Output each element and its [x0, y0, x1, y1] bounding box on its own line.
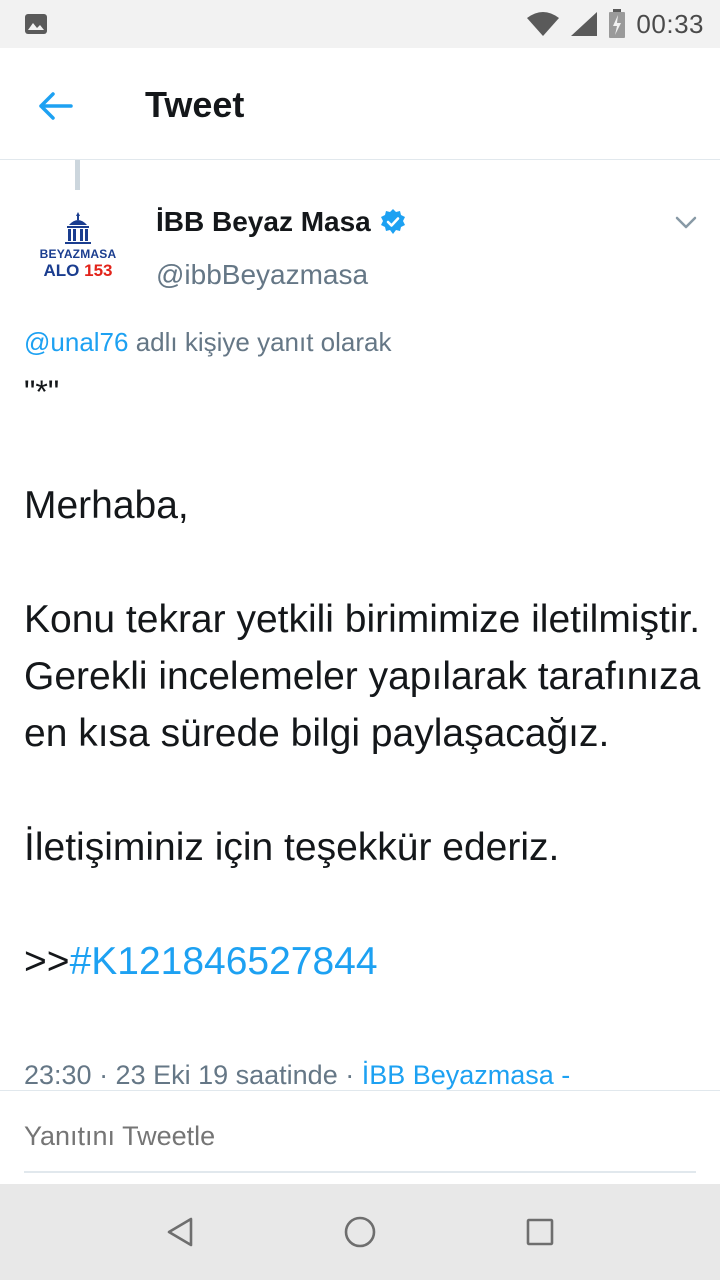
nav-back-button[interactable] — [156, 1208, 204, 1256]
tweet-greeting: Merhaba, — [24, 484, 189, 527]
tweet-meta: 23:30 · 23 Eki 19 saatinde · İBB Beyazma… — [24, 1060, 570, 1092]
app-bar: Tweet — [0, 48, 720, 160]
tweet-thanks: İletişiminiz için teşekkür ederiz. — [24, 826, 560, 869]
chevron-down-icon — [675, 216, 697, 229]
status-bar: 00:33 — [0, 0, 720, 48]
page-title: Tweet — [145, 84, 245, 125]
wifi-icon — [527, 12, 560, 36]
reply-underline — [24, 1171, 696, 1173]
arrow-left-icon — [39, 92, 73, 120]
nav-recents-button[interactable] — [516, 1208, 564, 1256]
ibb-logo-icon — [65, 212, 91, 244]
author-name-text: İBB Beyaz Masa — [156, 206, 371, 237]
navigation-bar — [0, 1184, 720, 1280]
avatar[interactable]: BEYAZMASA ALO 153 — [24, 196, 132, 296]
hashtag-link[interactable]: #K121846527844 — [70, 940, 378, 983]
avatar-text-alo153: ALO 153 — [43, 261, 113, 280]
tweet-source-link[interactable]: İBB Beyazmasa - — [362, 1060, 571, 1090]
reply-bar — [0, 1090, 720, 1184]
thread-connector — [75, 160, 80, 190]
status-time: 00:33 — [636, 8, 704, 39]
reply-context-text: adlı kişiye yanıt olarak — [128, 327, 392, 357]
tweet-timestamp: 23:30 · 23 Eki 19 saatinde · — [24, 1060, 362, 1090]
verified-badge-icon — [380, 209, 405, 234]
reply-context: @unal76 adlı kişiye yanıt olarak — [24, 327, 392, 358]
tweet-quote: "*" — [24, 374, 60, 410]
signal-icon — [571, 12, 598, 36]
circle-home-icon — [344, 1216, 376, 1248]
image-icon — [25, 14, 47, 34]
author-handle[interactable]: @ibbBeyazmasa — [156, 259, 368, 291]
mention-link[interactable]: @unal76 — [24, 327, 128, 357]
tweet-body: "*" Merhaba, Konu tekrar yetkili birimim… — [24, 372, 704, 990]
triangle-back-icon — [167, 1217, 193, 1247]
avatar-text-beyazmasa: BEYAZMASA — [39, 247, 117, 261]
tweet-paragraph: Konu tekrar yetkili birimimize iletilmiş… — [24, 598, 701, 755]
tweet-menu-button[interactable] — [668, 208, 704, 238]
nav-home-button[interactable] — [336, 1208, 384, 1256]
reply-input[interactable] — [24, 1121, 674, 1152]
author-name[interactable]: İBB Beyaz Masa — [156, 206, 407, 238]
tweet-reference: >>#K121846527844 — [24, 940, 378, 983]
battery-icon — [609, 9, 626, 38]
square-recents-icon — [526, 1218, 554, 1246]
back-button[interactable] — [24, 78, 88, 134]
